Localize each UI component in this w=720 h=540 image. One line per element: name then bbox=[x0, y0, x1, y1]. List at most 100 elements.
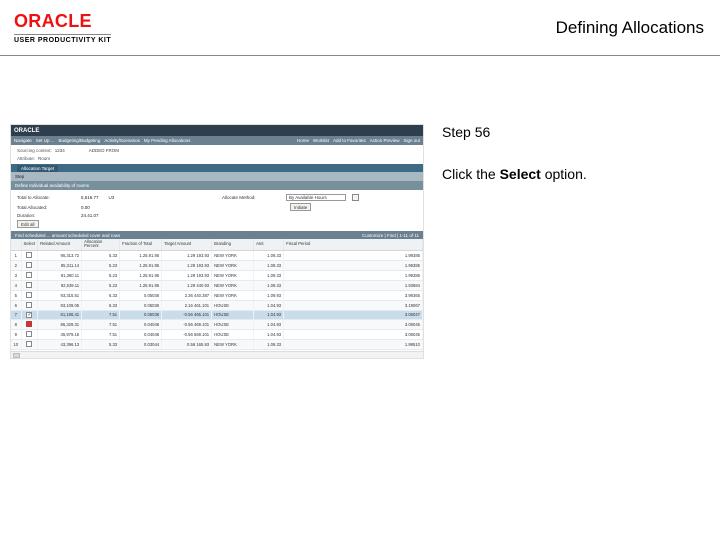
select-checkbox[interactable] bbox=[26, 312, 32, 318]
app-screenshot: ORACLE Navigate Set Up ... Budgeting/Bud… bbox=[10, 124, 424, 359]
app-info-row: Sourcing context:1234 ADDED FROM bbox=[11, 145, 423, 156]
row-select-cell[interactable] bbox=[21, 280, 38, 290]
table-row[interactable]: 593,315.516.330.050362.36 440.387NEW YOR… bbox=[11, 290, 423, 300]
row-target: 2.36 440.387 bbox=[162, 290, 212, 300]
app-header-bar: ORACLE bbox=[11, 125, 423, 136]
row-fiscal: 3.06047 bbox=[284, 310, 423, 319]
table-row[interactable]: 886,329.317.510.04046-0.56 469.101HOUSE1… bbox=[11, 319, 423, 329]
table-row[interactable]: 492,539.115.231.25.91.951.29 440.93NEW Y… bbox=[11, 280, 423, 290]
row-fraction: 1.25.91.95 bbox=[120, 250, 162, 260]
lookup-icon[interactable] bbox=[352, 194, 359, 201]
row-target: 1.29 193.93 bbox=[162, 270, 212, 280]
row-select-cell[interactable] bbox=[21, 270, 38, 280]
select-checkbox[interactable] bbox=[26, 302, 32, 308]
row-fiscal: 3.99365 bbox=[284, 290, 423, 300]
tab-allocation-target[interactable]: Allocation Target bbox=[17, 165, 58, 172]
row-select-cell[interactable] bbox=[21, 329, 38, 339]
row-number: 5 bbox=[11, 290, 21, 300]
menu-item[interactable]: Activity/Scenarios bbox=[104, 138, 140, 143]
row-target: 0.56 165.93 bbox=[162, 339, 212, 349]
row-amount: 45,979.16 bbox=[38, 329, 82, 339]
row-select-cell[interactable] bbox=[21, 319, 38, 329]
table-row[interactable]: 1043,396.135.330.030440.56 165.93NEW YOR… bbox=[11, 339, 423, 349]
app-menubar: Navigate Set Up ... Budgeting/Budgeting … bbox=[11, 136, 423, 145]
oracle-upk-logo: ORACLE USER PRODUCTIVITY KIT bbox=[14, 11, 111, 44]
menu-link[interactable]: Home bbox=[297, 138, 309, 143]
form-value: 5,516.77 bbox=[81, 195, 99, 200]
row-fiscal: 1.93684 bbox=[284, 280, 423, 290]
row-pct: 5.23 bbox=[82, 280, 120, 290]
col-branding: Branding bbox=[212, 239, 254, 250]
table-row[interactable]: 391,360.115.231.25.91.951.29 193.93NEW Y… bbox=[11, 270, 423, 280]
oracle-wordmark: ORACLE bbox=[14, 11, 92, 32]
allocate-method-select[interactable]: By Available Hours bbox=[286, 194, 346, 201]
select-checkbox[interactable] bbox=[26, 292, 32, 298]
menu-item[interactable]: Navigate bbox=[14, 138, 32, 143]
col-num bbox=[11, 239, 21, 250]
row-number: 3 bbox=[11, 270, 21, 280]
row-amount: 86,329.31 bbox=[38, 319, 82, 329]
row-number: 7 bbox=[11, 310, 21, 319]
row-fraction: 0.05036 bbox=[120, 310, 162, 319]
row-pct: 6.33 bbox=[82, 300, 120, 310]
row-amt: 1.09.33 bbox=[254, 250, 284, 260]
row-amount: 61,196.41 bbox=[38, 310, 82, 319]
table-row[interactable]: 195,313.725.331.25.91.951.29 193.93NEW Y… bbox=[11, 250, 423, 260]
row-amt: 1.04.93 bbox=[254, 300, 284, 310]
row-select-cell[interactable] bbox=[21, 250, 38, 260]
row-fraction: 1.25.91.95 bbox=[120, 270, 162, 280]
menu-item[interactable]: My Pending Allocations bbox=[144, 138, 191, 143]
row-select-cell[interactable] bbox=[21, 339, 38, 349]
allocation-grid: Select Related Amount Allocation Percent… bbox=[11, 239, 423, 359]
row-fiscal: 1.99385 bbox=[284, 250, 423, 260]
select-option[interactable] bbox=[26, 321, 32, 327]
row-select-cell[interactable] bbox=[21, 310, 38, 319]
select-checkbox[interactable] bbox=[26, 272, 32, 278]
row-amount: 95,313.72 bbox=[38, 250, 82, 260]
grid-tools[interactable]: Customize | Find | bbox=[362, 233, 398, 238]
row-branding: NEW YORK bbox=[212, 260, 254, 270]
menu-link[interactable]: Action Preview bbox=[370, 138, 400, 143]
table-row[interactable]: 945,979.167.510.04046-0.56 569.101HOUSE1… bbox=[11, 329, 423, 339]
row-amount: 93,109.05 bbox=[38, 300, 82, 310]
table-row[interactable]: 285,311.145.231.25.91.951.29 193.93NEW Y… bbox=[11, 260, 423, 270]
form-label: Allocate Method: bbox=[222, 195, 282, 200]
info-value: Room bbox=[38, 156, 50, 161]
menu-link[interactable]: Worklist bbox=[313, 138, 329, 143]
row-fraction: 0.04046 bbox=[120, 319, 162, 329]
initiate-button[interactable]: Initiate bbox=[290, 203, 311, 211]
row-pct: 6.33 bbox=[82, 290, 120, 300]
col-fiscal: Fiscal Period bbox=[284, 239, 423, 250]
scrollbar-thumb[interactable] bbox=[13, 353, 20, 358]
form-label: U3 bbox=[109, 195, 115, 200]
select-checkbox[interactable] bbox=[26, 341, 32, 347]
menu-link[interactable]: Sign out bbox=[403, 138, 420, 143]
row-fraction: 0.05036 bbox=[120, 290, 162, 300]
row-fiscal: 3.06045 bbox=[284, 329, 423, 339]
menu-item[interactable]: Set Up ... bbox=[36, 138, 55, 143]
row-amount: 85,311.14 bbox=[38, 260, 82, 270]
select-checkbox[interactable] bbox=[26, 252, 32, 258]
row-branding: HOUSE bbox=[212, 310, 254, 319]
table-row[interactable]: 761,196.417.510.05036-0.56 465.101HOUSE1… bbox=[11, 310, 423, 319]
row-select-cell[interactable] bbox=[21, 290, 38, 300]
horizontal-scrollbar[interactable] bbox=[11, 351, 423, 358]
select-checkbox[interactable] bbox=[26, 282, 32, 288]
menu-item[interactable]: Budgeting/Budgeting bbox=[59, 138, 101, 143]
menu-link[interactable]: Add to Favorites bbox=[333, 138, 366, 143]
row-fiscal: 3.19067 bbox=[284, 300, 423, 310]
row-number: 2 bbox=[11, 260, 21, 270]
col-amt: Amt bbox=[254, 239, 284, 250]
select-checkbox[interactable] bbox=[26, 331, 32, 337]
row-select-cell[interactable] bbox=[21, 300, 38, 310]
row-number: 1 bbox=[11, 250, 21, 260]
row-pct: 7.51 bbox=[82, 319, 120, 329]
table-row[interactable]: 693,109.056.330.050362.16 461.101HOUSE1.… bbox=[11, 300, 423, 310]
select-checkbox[interactable] bbox=[26, 262, 32, 268]
edit-all-button[interactable]: Edit all bbox=[17, 220, 39, 228]
row-amt: 1.04.93 bbox=[254, 310, 284, 319]
row-amount: 92,539.11 bbox=[38, 280, 82, 290]
row-branding: NEW YORK bbox=[212, 250, 254, 260]
row-select-cell[interactable] bbox=[21, 260, 38, 270]
info-label: Attribute: bbox=[17, 156, 35, 161]
